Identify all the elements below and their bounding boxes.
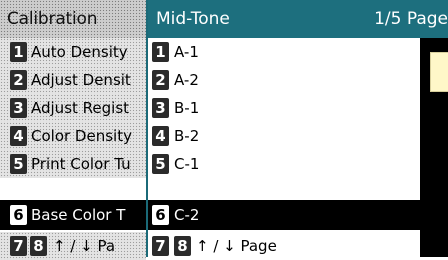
number-key-icon: 2 bbox=[152, 70, 169, 90]
number-key-icon: 1 bbox=[10, 42, 27, 62]
list-item-label: C-2 bbox=[174, 206, 200, 224]
list-item-b-1[interactable]: 3 B-1 bbox=[148, 94, 420, 122]
calibration-title: Calibration bbox=[7, 9, 98, 29]
menu-item-label: Adjust Densit bbox=[31, 71, 131, 89]
page-nav-label: ↑ / ↓ Pa bbox=[53, 237, 116, 255]
number-key-icon: 7 bbox=[10, 236, 27, 256]
menu-item-label: Auto Density bbox=[31, 43, 128, 61]
color-swatch bbox=[430, 52, 448, 92]
number-key-icon: 4 bbox=[152, 126, 169, 146]
page-indicator: 1/5 Page bbox=[374, 9, 448, 29]
menu-item-print-color-tuning[interactable]: 5 Print Color Tu bbox=[0, 150, 146, 178]
list-item-label: B-2 bbox=[174, 127, 200, 145]
number-key-icon: 5 bbox=[10, 154, 27, 174]
page-nav-label: ↑ / ↓ Page bbox=[196, 237, 277, 255]
list-item-label: A-1 bbox=[174, 43, 199, 61]
number-key-icon: 3 bbox=[10, 98, 27, 118]
number-key-icon: 6 bbox=[152, 205, 169, 225]
list-item-label: B-1 bbox=[174, 99, 200, 117]
menu-item-adjust-registration[interactable]: 3 Adjust Regist bbox=[0, 94, 146, 122]
list-item-label: C-1 bbox=[174, 155, 200, 173]
menu-item-base-color-tuning[interactable]: 6 Base Color T bbox=[0, 200, 146, 230]
number-key-icon: 1 bbox=[152, 42, 169, 62]
number-key-icon: 5 bbox=[152, 154, 169, 174]
number-key-icon: 6 bbox=[10, 205, 27, 225]
menu-item-label: Base Color T bbox=[31, 206, 126, 224]
menu-item-adjust-density[interactable]: 2 Adjust Densit bbox=[0, 66, 146, 94]
preview-side-panel bbox=[420, 38, 448, 257]
number-key-icon: 8 bbox=[174, 236, 191, 256]
number-key-icon: 7 bbox=[152, 236, 169, 256]
menu-item-auto-density[interactable]: 1 Auto Density bbox=[0, 38, 146, 66]
list-item-a-2[interactable]: 2 A-2 bbox=[148, 66, 420, 94]
list-item-b-2[interactable]: 4 B-2 bbox=[148, 122, 420, 150]
menu-item-label: Adjust Regist bbox=[31, 99, 130, 117]
mid-tone-panel: Mid-Tone 1/5 Page 1 A-1 2 A-2 3 B-1 4 B-… bbox=[148, 0, 448, 257]
menu-item-label: Print Color Tu bbox=[31, 155, 131, 173]
number-key-icon: 4 bbox=[10, 126, 27, 146]
number-key-icon: 3 bbox=[152, 98, 169, 118]
menu-item-label: Color Density bbox=[31, 127, 132, 145]
list-item-label: A-2 bbox=[174, 71, 199, 89]
list-page-nav[interactable]: 7 8 ↑ / ↓ Page bbox=[148, 232, 420, 260]
list-item-a-1[interactable]: 1 A-1 bbox=[148, 38, 420, 66]
calibration-header: Calibration bbox=[0, 0, 146, 38]
mid-tone-header: Mid-Tone 1/5 Page bbox=[148, 0, 448, 38]
list-item-c-2[interactable]: 6 C-2 bbox=[148, 200, 420, 230]
number-key-icon: 2 bbox=[10, 70, 27, 90]
menu-item-color-density[interactable]: 4 Color Density bbox=[0, 122, 146, 150]
mid-tone-title: Mid-Tone bbox=[156, 9, 230, 29]
menu-page-nav[interactable]: 7 8 ↑ / ↓ Pa bbox=[0, 232, 146, 260]
list-item-c-1[interactable]: 5 C-1 bbox=[148, 150, 420, 178]
calibration-menu-panel: Calibration 1 Auto Density 2 Adjust Dens… bbox=[0, 0, 146, 260]
number-key-icon: 8 bbox=[30, 236, 47, 256]
mid-tone-list: 1 A-1 2 A-2 3 B-1 4 B-2 5 C-1 6 C-2 7 8 … bbox=[148, 38, 420, 257]
